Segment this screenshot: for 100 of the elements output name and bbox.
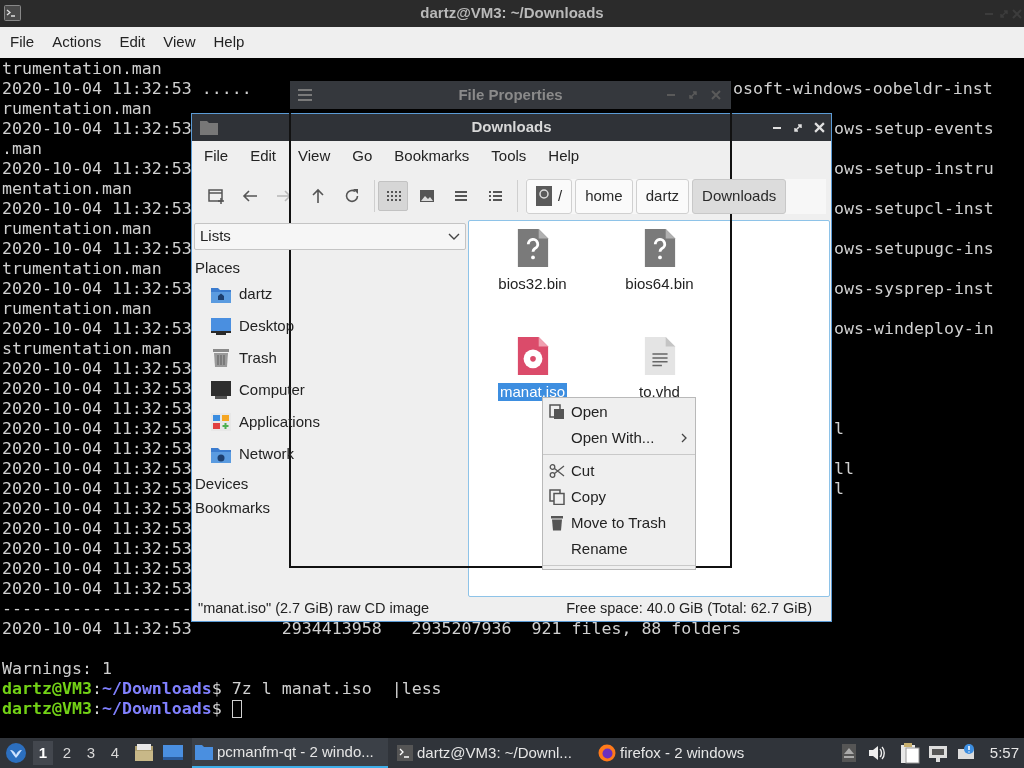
menu-item[interactable]: View xyxy=(154,31,205,54)
clipboard-icon[interactable] xyxy=(899,742,920,764)
terminal-text: ows-setupcl-inst xyxy=(834,199,994,219)
terminal-text: 2020-10-04 11:32:53 xyxy=(2,319,192,338)
terminal-text: 2020-10-04 11:32:53 xyxy=(2,499,192,518)
terminal-text: ows-sysprep-inst xyxy=(834,279,994,299)
menu-item[interactable]: File xyxy=(1,31,44,54)
terminal-text: mentation.man xyxy=(2,179,132,198)
window-title: File Properties xyxy=(458,84,563,105)
terminal-text: osoft-windows-oobeldr-inst xyxy=(733,79,993,99)
terminal-text: ll xyxy=(834,459,854,479)
file-manager-icon[interactable] xyxy=(134,743,154,763)
section-header[interactable]: Bookmarks xyxy=(194,498,271,518)
open-icon xyxy=(549,404,565,420)
desktop-icon xyxy=(210,316,232,336)
volume-icon[interactable] xyxy=(867,745,886,761)
path-button[interactable]: home xyxy=(575,178,633,214)
taskbar-button[interactable]: firefox - 2 windows xyxy=(595,738,765,768)
menu-item[interactable]: Edit xyxy=(110,31,155,54)
terminal-text: 2020-10-04 11:32:53 xyxy=(2,399,192,418)
terminal-text: trumentation.man xyxy=(2,259,162,278)
terminal-text: .man xyxy=(2,139,42,158)
terminal-text: rumentation.man xyxy=(2,299,152,318)
monitor-icon xyxy=(210,380,232,400)
menu-item[interactable]: Go xyxy=(341,145,384,168)
new-tab-icon xyxy=(207,187,225,205)
terminal-icon xyxy=(4,5,21,21)
menu-item[interactable]: Rename xyxy=(543,536,695,562)
reload-icon xyxy=(343,187,361,205)
terminal-text: ------------------- xyxy=(2,599,192,618)
taskbar-button[interactable]: dartz@VM3: ~/Downl... xyxy=(394,738,589,768)
workspace-button[interactable]: 3 xyxy=(81,741,101,765)
terminal-text: ows-windeploy-in xyxy=(834,319,994,339)
menu-item[interactable]: File xyxy=(193,145,240,168)
terminal-text: 2020-10-04 11:32:53 xyxy=(2,239,192,258)
folder-icon xyxy=(195,744,213,760)
sidebar-item[interactable]: dartz xyxy=(194,278,275,310)
menu-item[interactable]: Help xyxy=(537,145,591,168)
terminal-text: ows-setup-events xyxy=(834,119,994,139)
menu-icon[interactable] xyxy=(298,89,312,101)
chevron-down-icon xyxy=(448,232,460,241)
menu-item[interactable]: Open xyxy=(543,399,695,425)
path-button[interactable]: / xyxy=(526,178,573,214)
network-icon[interactable] xyxy=(927,744,948,762)
start-menu-icon[interactable] xyxy=(5,742,27,764)
terminal-text: 2020-10-04 11:32:53 xyxy=(2,199,192,218)
trash-icon xyxy=(549,515,565,531)
terminal-icon xyxy=(397,745,413,761)
terminal-text: ows-setupugc-ins xyxy=(834,239,994,259)
menu-item[interactable]: Tools xyxy=(480,145,538,168)
copy-icon xyxy=(549,489,565,505)
terminal-text: strumentation.man xyxy=(2,339,172,358)
menu-item[interactable]: Open With... xyxy=(543,425,695,451)
disc-file-icon xyxy=(515,336,550,376)
window-title: dartz@VM3: ~/Downloads xyxy=(420,3,604,24)
desktop-icon[interactable] xyxy=(163,744,183,762)
section-header[interactable]: Devices xyxy=(194,474,249,494)
workspace-button[interactable]: 1 xyxy=(33,741,53,765)
workspace-button[interactable]: 4 xyxy=(105,741,125,765)
menu-item[interactable]: Cut xyxy=(543,458,695,484)
taskbar-button[interactable]: pcmanfm-qt - 2 windo... xyxy=(192,738,388,768)
terminal-text: 2020-10-04 11:32:53 xyxy=(2,519,192,538)
text-file-icon xyxy=(642,336,677,376)
menu-item[interactable]: Edit xyxy=(239,145,288,168)
terminal-text: ows-setup-instru xyxy=(834,159,994,179)
trash-icon xyxy=(210,348,232,368)
image-icon xyxy=(418,187,436,205)
section-header[interactable]: Places xyxy=(194,258,241,278)
path-button[interactable]: dartz xyxy=(635,178,690,214)
view-mode-button[interactable] xyxy=(378,181,408,211)
status-text: Free space: 40.0 GiB (Total: 62.7 GiB) xyxy=(566,599,812,619)
terminal-text: 2020-10-04 11:32:53 xyxy=(2,539,192,558)
terminal-text: 2020-10-04 11:32:53 xyxy=(2,459,192,478)
menu-item[interactable]: Help xyxy=(204,31,254,54)
clock: 5:57 xyxy=(989,742,1019,763)
path-button[interactable]: Downloads xyxy=(692,178,787,214)
file-name[interactable]: to.vhd xyxy=(637,383,682,401)
terminal-text: trumentation.man xyxy=(2,59,162,78)
eject-icon[interactable] xyxy=(841,744,856,762)
terminal-text: 2020-10-04 11:32:53 xyxy=(2,559,192,578)
terminal-text: 2020-10-04 11:32:53 xyxy=(2,439,192,458)
sidebar-item[interactable]: Trash xyxy=(194,342,279,374)
applications-icon xyxy=(210,412,232,432)
terminal-text: l xyxy=(834,479,844,499)
workspace-button[interactable]: 2 xyxy=(57,741,77,765)
menu-item[interactable]: Bookmarks xyxy=(383,145,481,168)
menu-item[interactable]: Copy xyxy=(543,484,695,510)
menu-item[interactable]: View xyxy=(287,145,342,168)
drive-icon xyxy=(536,186,552,206)
terminal-text: 2020-10-04 11:32:53 2934413958 2935207936 921 files, 88 folders xyxy=(2,619,742,638)
dropdown[interactable]: Lists xyxy=(194,223,466,250)
menu-item[interactable]: Actions xyxy=(43,31,111,54)
terminal-text: 2020-10-04 11:32:53 xyxy=(2,119,192,138)
folder-icon xyxy=(200,119,218,135)
status-text: "manat.iso" (2.7 GiB) raw CD image xyxy=(198,599,430,619)
terminal-text: 2020-10-04 11:32:53 xyxy=(2,359,192,378)
file-name[interactable]: bios32.bin xyxy=(496,275,569,293)
file-name[interactable]: bios64.bin xyxy=(623,275,696,293)
terminal-text: 2020-10-04 11:32:53 ..... xyxy=(2,79,252,98)
menu-item[interactable]: Move to Trash xyxy=(543,510,695,536)
